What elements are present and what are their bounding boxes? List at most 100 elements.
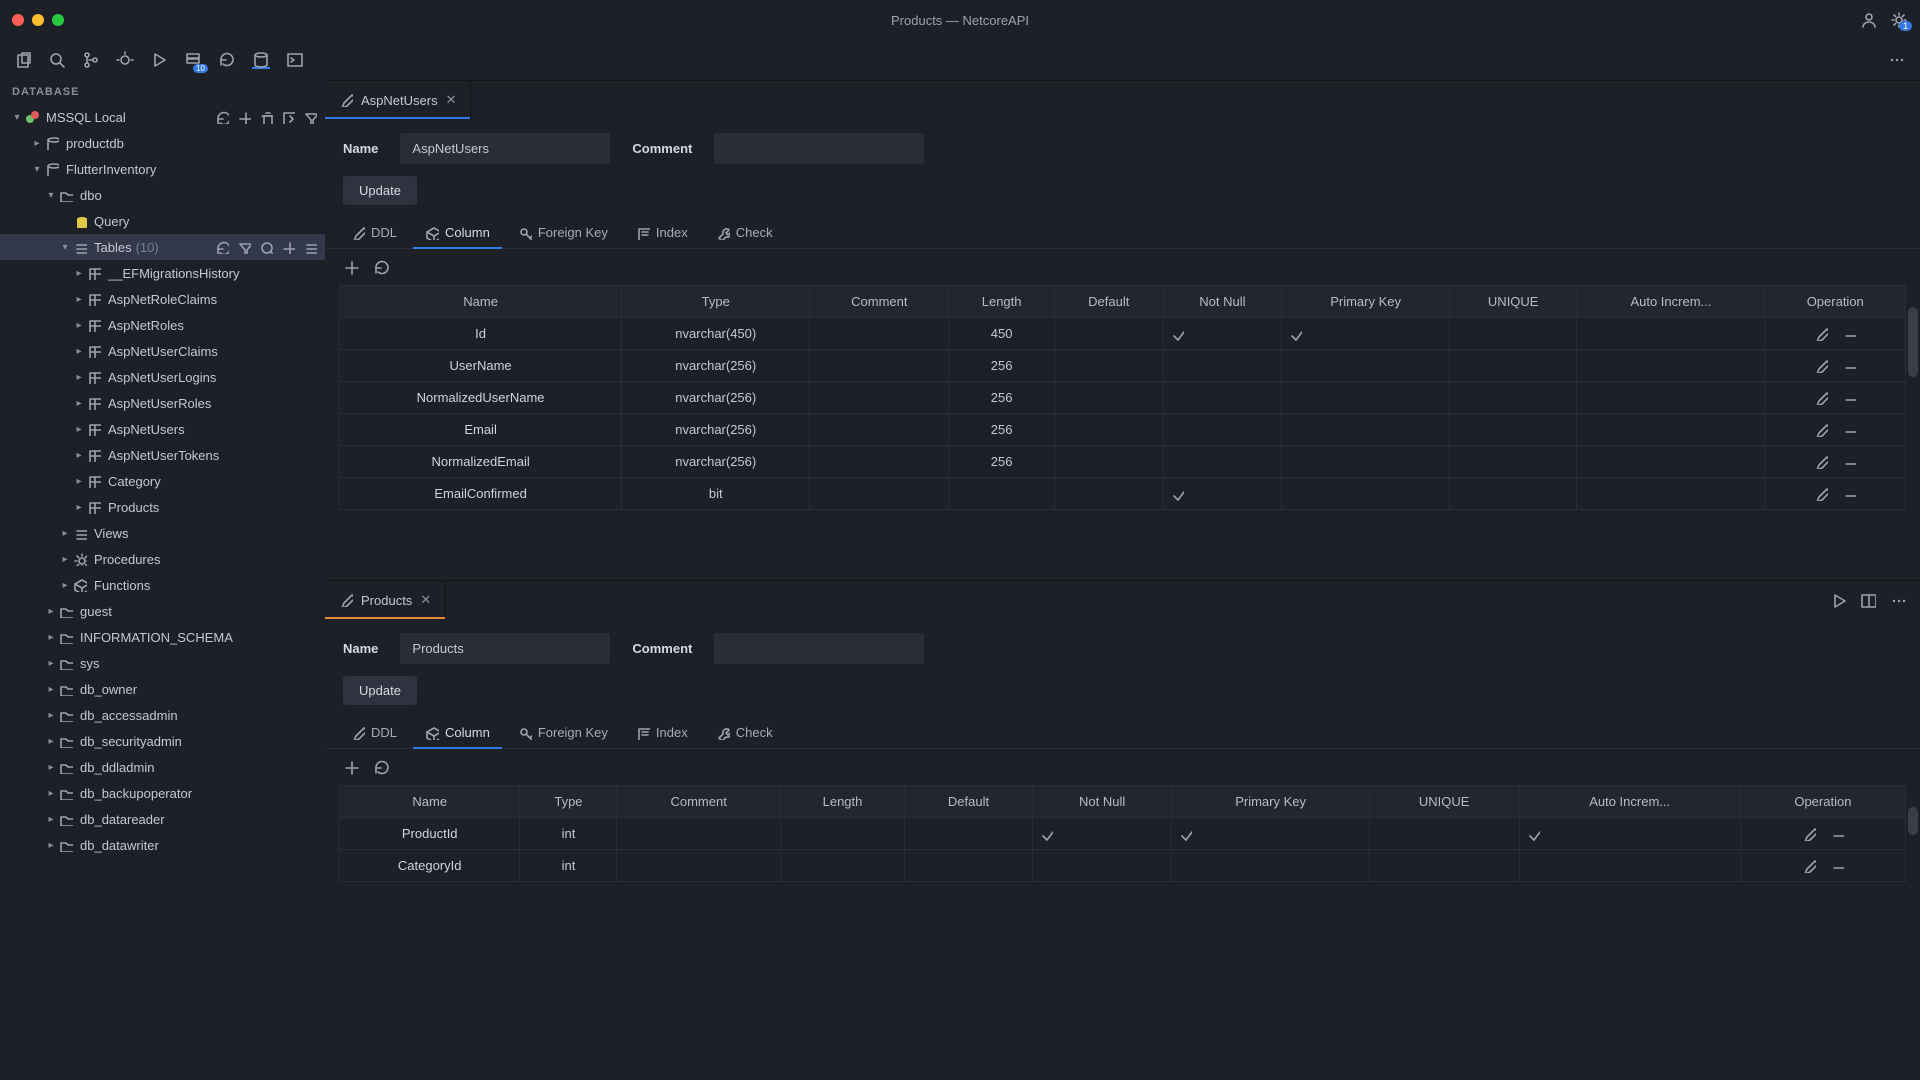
more-icon[interactable] (1890, 592, 1906, 608)
tab-products[interactable]: Products ✕ (325, 581, 446, 619)
schema-row[interactable]: ▸db_owner (0, 676, 325, 702)
search-icon[interactable] (259, 240, 273, 254)
schema-row[interactable]: ▸db_securityadmin (0, 728, 325, 754)
schema-row[interactable]: ▸db_backupoperator (0, 780, 325, 806)
subtab-foreign-key[interactable]: Foreign Key (506, 217, 620, 248)
remove-icon[interactable] (1842, 391, 1856, 405)
column-row[interactable]: UserNamenvarchar(256)256 (340, 350, 1906, 382)
schema-row[interactable]: ▸INFORMATION_SCHEMA (0, 624, 325, 650)
database-icon[interactable] (252, 51, 270, 69)
schema-row[interactable]: ▸sys (0, 650, 325, 676)
table-comment-input[interactable] (714, 133, 924, 164)
remove-icon[interactable] (1842, 359, 1856, 373)
column-row[interactable]: ProductIdint (340, 818, 1906, 850)
edit-icon[interactable] (1814, 391, 1828, 405)
update-button[interactable]: Update (343, 676, 417, 705)
refresh-icon[interactable] (218, 51, 236, 69)
tables-group[interactable]: ▾ Tables (10) (0, 234, 325, 260)
edit-icon[interactable] (1814, 455, 1828, 469)
refresh-icon[interactable] (215, 110, 229, 124)
schema-row[interactable]: ▸db_datawriter (0, 832, 325, 858)
run-icon[interactable] (150, 51, 168, 69)
remove-icon[interactable] (1842, 327, 1856, 341)
column-row[interactable]: Emailnvarchar(256)256 (340, 414, 1906, 446)
table-row[interactable]: ▸AspNetUserLogins (0, 364, 325, 390)
table-row[interactable]: ▸__EFMigrationsHistory (0, 260, 325, 286)
edit-icon[interactable] (1802, 859, 1816, 873)
schema-row[interactable]: ▸guest (0, 598, 325, 624)
split-icon[interactable] (1860, 592, 1876, 608)
close-window[interactable] (12, 14, 24, 26)
refresh-icon[interactable] (373, 759, 389, 775)
remove-icon[interactable] (1842, 455, 1856, 469)
account-icon[interactable] (1860, 11, 1878, 29)
connection-row[interactable]: ▾ MSSQL Local (0, 104, 325, 130)
schema-row[interactable]: ▸db_ddladmin (0, 754, 325, 780)
remove-icon[interactable] (1830, 859, 1844, 873)
subtab-check[interactable]: Check (704, 717, 785, 748)
column-row[interactable]: Idnvarchar(450)450 (340, 318, 1906, 350)
edit-icon[interactable] (1802, 827, 1816, 841)
column-row[interactable]: CategoryIdint (340, 850, 1906, 882)
add-column-icon[interactable] (343, 259, 359, 275)
edit-icon[interactable] (1814, 487, 1828, 501)
table-name-input[interactable] (400, 133, 610, 164)
tab-aspnetusers[interactable]: AspNetUsers ✕ (325, 81, 471, 119)
add-column-icon[interactable] (343, 759, 359, 775)
table-row[interactable]: ▸AspNetUsers (0, 416, 325, 442)
subtab-column[interactable]: Column (413, 217, 502, 248)
close-icon[interactable]: ✕ (420, 592, 431, 608)
subtab-ddl[interactable]: DDL (339, 217, 409, 248)
remove-icon[interactable] (1842, 423, 1856, 437)
minimize-window[interactable] (32, 14, 44, 26)
source-control-icon[interactable] (82, 51, 100, 69)
table-row[interactable]: ▸Category (0, 468, 325, 494)
table-row[interactable]: ▸AspNetUserClaims (0, 338, 325, 364)
procedures-group[interactable]: ▸ Procedures (0, 546, 325, 572)
table-row[interactable]: ▸AspNetRoleClaims (0, 286, 325, 312)
scrollbar[interactable] (1908, 807, 1918, 835)
column-row[interactable]: EmailConfirmedbit (340, 478, 1906, 510)
table-row[interactable]: ▸AspNetUserRoles (0, 390, 325, 416)
table-row[interactable]: ▸AspNetRoles (0, 312, 325, 338)
subtab-column[interactable]: Column (413, 717, 502, 748)
edit-icon[interactable] (1814, 359, 1828, 373)
search-icon[interactable] (48, 51, 66, 69)
edit-icon[interactable] (1814, 327, 1828, 341)
table-name-input[interactable] (400, 633, 610, 664)
settings-icon[interactable] (1890, 11, 1908, 29)
table-row[interactable]: ▸AspNetUserTokens (0, 442, 325, 468)
delete-icon[interactable] (259, 110, 273, 124)
schema-row[interactable]: ▸db_accessadmin (0, 702, 325, 728)
subtab-foreign-key[interactable]: Foreign Key (506, 717, 620, 748)
scrollbar[interactable] (1908, 307, 1918, 377)
export-icon[interactable] (281, 110, 295, 124)
subtab-check[interactable]: Check (704, 217, 785, 248)
table-comment-input[interactable] (714, 633, 924, 664)
subtab-index[interactable]: Index (624, 217, 700, 248)
terminal-icon[interactable] (286, 51, 304, 69)
refresh-icon[interactable] (215, 240, 229, 254)
column-row[interactable]: NormalizedEmailnvarchar(256)256 (340, 446, 1906, 478)
more-icon[interactable] (1888, 51, 1906, 69)
functions-group[interactable]: ▸ Functions (0, 572, 325, 598)
run-icon[interactable] (1830, 592, 1846, 608)
explorer-icon[interactable] (14, 51, 32, 69)
list-icon[interactable] (303, 240, 317, 254)
db-row[interactable]: ▸ productdb (0, 130, 325, 156)
edit-icon[interactable] (1814, 423, 1828, 437)
column-row[interactable]: NormalizedUserNamenvarchar(256)256 (340, 382, 1906, 414)
refresh-icon[interactable] (373, 259, 389, 275)
query-group[interactable]: Query (0, 208, 325, 234)
close-icon[interactable]: ✕ (446, 92, 457, 108)
subtab-index[interactable]: Index (624, 717, 700, 748)
schema-row[interactable]: ▸db_datareader (0, 806, 325, 832)
table-row[interactable]: ▸Products (0, 494, 325, 520)
views-group[interactable]: ▸ Views (0, 520, 325, 546)
remove-icon[interactable] (1842, 487, 1856, 501)
extensions-icon[interactable] (184, 51, 202, 69)
add-icon[interactable] (237, 110, 251, 124)
add-icon[interactable] (281, 240, 295, 254)
filter-icon[interactable] (303, 110, 317, 124)
subtab-ddl[interactable]: DDL (339, 717, 409, 748)
